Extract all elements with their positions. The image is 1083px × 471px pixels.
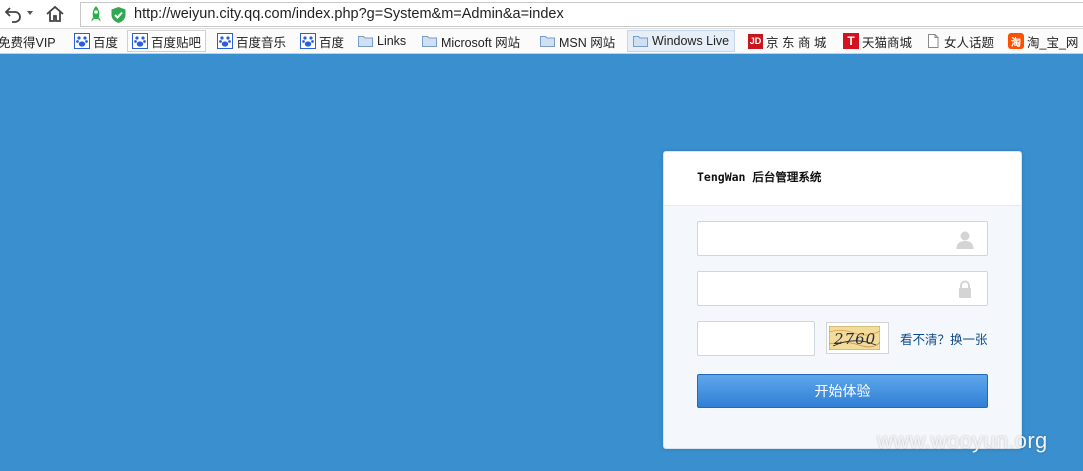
username-field[interactable] [697,221,988,256]
bookmark-label: 淘_宝_网 [1027,35,1079,50]
username-input[interactable] [698,222,987,255]
folder-icon [633,36,648,47]
bookmark-baidu-2[interactable]: 百度 [300,30,344,52]
security-shield-icon[interactable] [110,6,127,24]
jd-icon: JD [748,33,763,49]
user-icon [956,231,974,249]
url-bar[interactable]: http://weiyun.city.qq.com/index.php?g=Sy… [80,2,1083,27]
bookmark-label: 天猫商城 [862,35,913,50]
bookmark-label: 百度贴吧 [151,35,202,50]
bookmark-folder-links[interactable]: Links [358,30,406,52]
baidu-paw-icon [74,33,90,49]
baidu-paw-icon [217,33,233,49]
bookmark-label: 百度音乐 [236,35,287,50]
bookmark-label: 女人话题 [944,35,995,50]
captcha-graphic: 2760 [829,326,880,350]
login-panel-header: TengWan 后台管理系统 [664,152,1021,206]
bookmark-free-vip[interactable]: 免费得VIP [0,30,56,52]
tmall-icon: T [843,33,859,49]
bookmark-label: 免费得VIP [0,35,56,50]
bookmark-label: 百度 [93,35,119,50]
captcha-field[interactable] [697,321,815,356]
bookmark-label: 百度 [319,35,345,50]
bookmark-label: 京 东 商 城 [766,35,827,50]
bookmark-taobao[interactable]: 淘 淘_宝_网 [1008,30,1078,52]
login-panel: TengWan 后台管理系统 2760 看不清？换一张 开始体验 [663,151,1022,449]
lock-icon [959,280,971,298]
url-text[interactable]: http://weiyun.city.qq.com/index.php?g=Sy… [134,6,564,22]
bookmark-folder-microsoft[interactable]: Microsoft 网站 [422,30,520,52]
bookmark-label: Links [377,34,407,48]
bookmark-label: Microsoft 网站 [441,35,521,50]
bookmark-tmall[interactable]: T 天猫商城 [843,30,912,52]
password-field[interactable] [697,271,988,306]
address-bar-area: http://weiyun.city.qq.com/index.php?g=Sy… [0,0,1083,29]
bookmark-jd[interactable]: JD 京 东 商 城 [748,30,826,52]
bookmark-baidu-music[interactable]: 百度音乐 [217,30,286,52]
captcha-input[interactable] [698,322,814,355]
login-title: TengWan 后台管理系统 [697,170,822,184]
taobao-icon: 淘 [1008,33,1024,49]
captcha-image[interactable]: 2760 [826,322,889,354]
bookmark-baidu[interactable]: 百度 [74,30,118,52]
folder-icon [422,36,437,47]
speed-mode-rocket-icon[interactable] [87,5,105,24]
bookmark-folder-msn[interactable]: MSN 网站 [540,30,615,52]
refresh-captcha-link[interactable]: 看不清？换一张 [900,329,988,348]
watermark-text: www.wooyun.org [877,428,1048,453]
bookmark-women-topics[interactable]: 女人话题 [925,30,994,52]
bookmark-label: MSN 网站 [559,35,616,50]
bookmark-baidu-tieba[interactable]: 百度贴吧 [127,30,207,52]
start-button[interactable]: 开始体验 [697,374,988,408]
captcha-text: 2760 [833,330,876,348]
baidu-paw-icon [300,33,316,49]
home-icon[interactable] [45,4,65,24]
back-arrow-icon[interactable] [4,4,24,24]
bookmark-folder-windows-live[interactable]: Windows Live [627,30,736,52]
bookmark-label: Windows Live [652,34,730,48]
history-dropdown-icon[interactable] [27,11,33,15]
password-input[interactable] [698,272,987,305]
folder-icon [358,36,373,47]
folder-icon [540,36,555,47]
baidu-paw-icon [132,33,148,49]
page-icon [928,34,939,48]
bookmarks-bar: 免费得VIP 百度 百度贴吧 百度音乐 百度 Links Microsoft 网… [0,29,1083,54]
